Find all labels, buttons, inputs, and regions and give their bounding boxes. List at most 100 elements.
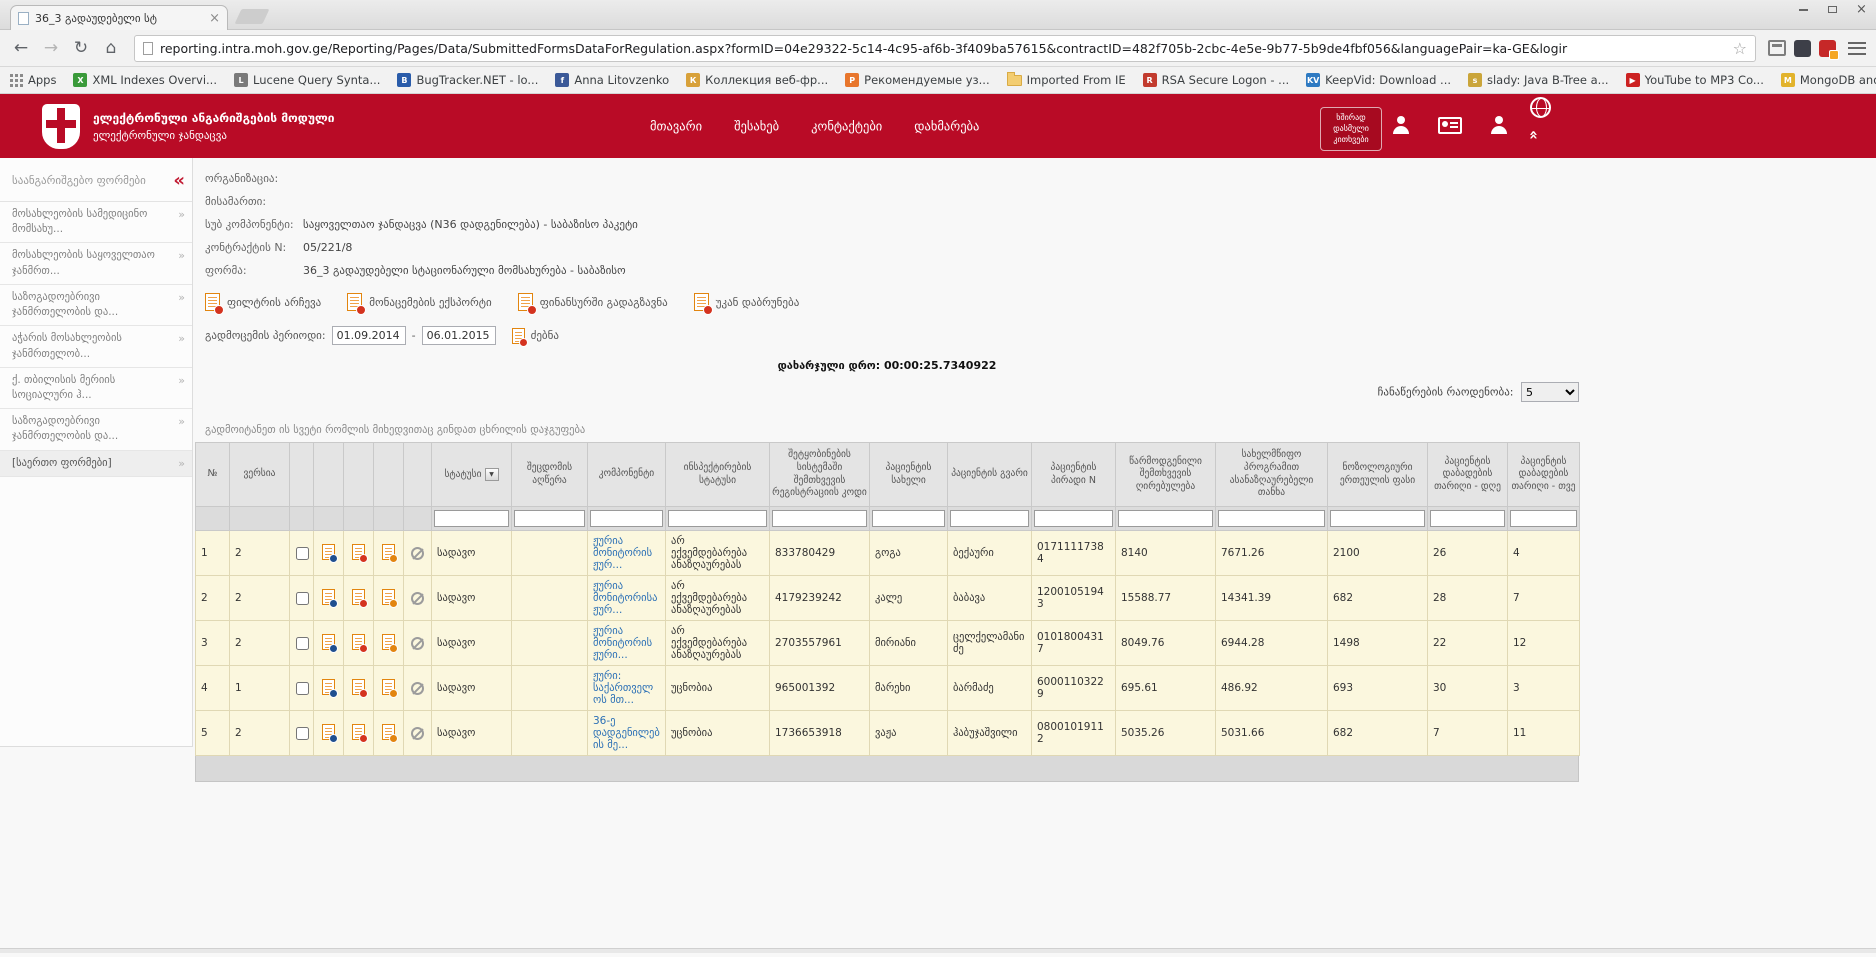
column-filter-input[interactable] bbox=[1218, 510, 1325, 527]
date-from-input[interactable] bbox=[332, 326, 406, 345]
cancel-row-icon[interactable] bbox=[411, 637, 424, 650]
row-checkbox[interactable] bbox=[296, 592, 309, 605]
component-link[interactable]: ჟურია მონიტორის ჟური... bbox=[588, 621, 666, 666]
date-to-input[interactable] bbox=[422, 326, 496, 345]
column-filter-input[interactable] bbox=[590, 510, 663, 527]
faq-button[interactable]: ხშირად დასმული კითხვები bbox=[1320, 107, 1382, 151]
header-nav-item[interactable]: შესახებ bbox=[734, 119, 779, 134]
view-row-icon[interactable] bbox=[322, 544, 335, 560]
column-filter-input[interactable] bbox=[434, 510, 509, 527]
column-header[interactable]: შეცდომის აღწერა bbox=[512, 443, 588, 507]
component-link[interactable]: ჟურია მონიტორისა ჟურ... bbox=[588, 576, 666, 621]
bookmark-item[interactable]: fAnna Litovzenko bbox=[555, 73, 669, 87]
header-nav-item[interactable]: მთავარი bbox=[650, 119, 702, 134]
action-button[interactable]: ფინანსურში გადაგზავნა bbox=[518, 293, 668, 311]
export-row-icon[interactable] bbox=[352, 634, 365, 650]
action-button[interactable]: ფილტრის არჩევა bbox=[205, 293, 321, 311]
edit-row-icon[interactable] bbox=[382, 589, 395, 605]
column-header[interactable]: პაციენტის სახელი bbox=[870, 443, 948, 507]
column-header[interactable]: შეტყობინების სისტემაში შემთხვევის რეგისტ… bbox=[770, 443, 870, 507]
collapse-header-icon[interactable]: « bbox=[1525, 130, 1543, 138]
column-filter-input[interactable] bbox=[872, 510, 945, 527]
cancel-row-icon[interactable] bbox=[411, 727, 424, 740]
view-row-icon[interactable] bbox=[322, 679, 335, 695]
header-nav-item[interactable]: დახმარება bbox=[914, 119, 979, 134]
red-extension-icon[interactable] bbox=[1819, 40, 1836, 57]
sidebar-item[interactable]: მოსახლეობის სამედიცინო მომსახუ...» bbox=[0, 202, 192, 243]
bookmark-item[interactable]: ККоллекция веб-фр... bbox=[686, 73, 828, 87]
sidebar-collapse-icon[interactable]: « bbox=[173, 170, 182, 191]
header-nav-item[interactable]: კონტაქტები bbox=[811, 119, 882, 134]
cancel-row-icon[interactable] bbox=[411, 592, 424, 605]
bookmark-item[interactable]: BBugTracker.NET - lo... bbox=[397, 73, 538, 87]
bookmark-item[interactable]: Imported From IE bbox=[1007, 73, 1126, 87]
column-filter-input[interactable] bbox=[1118, 510, 1213, 527]
row-checkbox[interactable] bbox=[296, 682, 309, 695]
back-button[interactable]: ← bbox=[10, 38, 32, 58]
user-icon[interactable] bbox=[1490, 116, 1508, 134]
profile-icon[interactable] bbox=[1392, 116, 1410, 134]
new-tab-button[interactable] bbox=[235, 9, 270, 24]
column-header[interactable]: პაციენტის პირადი N bbox=[1032, 443, 1116, 507]
action-button[interactable]: მონაცემების ექსპორტი bbox=[347, 293, 491, 311]
address-bar[interactable]: reporting.intra.moh.gov.ge/Reporting/Pag… bbox=[134, 35, 1756, 62]
edit-row-icon[interactable] bbox=[382, 724, 395, 740]
export-row-icon[interactable] bbox=[352, 544, 365, 560]
column-filter-input[interactable] bbox=[950, 510, 1029, 527]
column-filter-input[interactable] bbox=[1430, 510, 1505, 527]
dark-extension-icon[interactable] bbox=[1794, 40, 1811, 57]
column-filter-input[interactable] bbox=[1034, 510, 1113, 527]
bookmark-item[interactable]: RRSA Secure Logon - ... bbox=[1143, 73, 1290, 87]
globe-icon[interactable] bbox=[1530, 97, 1551, 118]
forward-button[interactable]: → bbox=[40, 38, 62, 58]
column-header[interactable]: კომპონენტი bbox=[588, 443, 666, 507]
window-close-button[interactable]: × bbox=[1847, 0, 1876, 19]
bookmark-item[interactable]: sslady: Java B-Tree a... bbox=[1468, 73, 1609, 87]
window-minimize-button[interactable] bbox=[1789, 0, 1818, 19]
bookmark-star-icon[interactable]: ☆ bbox=[1733, 39, 1747, 58]
column-header[interactable]: სახელმწიფო პროგრამით ასანაზღაურებელი თან… bbox=[1216, 443, 1328, 507]
cancel-row-icon[interactable] bbox=[411, 547, 424, 560]
sidebar-item[interactable]: აჭარის მოსახლეობის ჯანმრთელობ...» bbox=[0, 326, 192, 367]
row-checkbox[interactable] bbox=[296, 547, 309, 560]
sidebar-item[interactable]: [საერთო ფორმები]» bbox=[0, 451, 192, 477]
id-card-icon[interactable] bbox=[1438, 117, 1462, 134]
menu-icon[interactable] bbox=[1848, 42, 1866, 55]
column-header[interactable]: სტატუსი▼ bbox=[432, 443, 512, 507]
export-row-icon[interactable] bbox=[352, 589, 365, 605]
view-row-icon[interactable] bbox=[322, 589, 335, 605]
tiles-extension-icon[interactable] bbox=[1768, 40, 1786, 56]
bookmark-item[interactable]: KVKeepVid: Download ... bbox=[1306, 73, 1451, 87]
tab-close-icon[interactable]: × bbox=[209, 12, 220, 25]
column-header[interactable]: № bbox=[196, 443, 230, 507]
status-filter-icon[interactable]: ▼ bbox=[485, 468, 499, 481]
browser-tab[interactable]: 36_3 გადაუდებელი სტ × bbox=[10, 5, 228, 30]
sidebar-item[interactable]: საზოგადოებრივი ჯანმრთელობის და...» bbox=[0, 285, 192, 326]
bookmark-item[interactable]: MMongoDB and C# - ... bbox=[1781, 73, 1876, 87]
column-filter-input[interactable] bbox=[1510, 510, 1577, 527]
column-header[interactable]: ინსპექტირების სტატუსი bbox=[666, 443, 770, 507]
home-button[interactable]: ⌂ bbox=[100, 38, 122, 58]
sidebar-item[interactable]: საზოგადოებრივი ჯანმრთელობის და...» bbox=[0, 409, 192, 450]
bookmark-item[interactable]: РРекомендуемые уз... bbox=[845, 73, 989, 87]
sidebar-item[interactable]: ქ. თბილისის მერიის სოციალური ჰ...» bbox=[0, 368, 192, 409]
column-header[interactable]: წარმოდგენილი შემთხვევის ღირებულება bbox=[1116, 443, 1216, 507]
bookmark-item[interactable]: LLucene Query Synta... bbox=[234, 73, 380, 87]
component-link[interactable]: ჟურია მონიტორის ჟურ... bbox=[588, 531, 666, 576]
bookmark-item[interactable]: Apps bbox=[10, 73, 56, 87]
sidebar-item[interactable]: მოსახლეობის საყოველთაო ჯანმრთ...» bbox=[0, 243, 192, 284]
component-link[interactable]: ჟური: საქართველოს მთ... bbox=[588, 666, 666, 711]
edit-row-icon[interactable] bbox=[382, 544, 395, 560]
component-link[interactable]: 36-ე დადგენილების მე... bbox=[588, 711, 666, 756]
action-button[interactable]: უკან დაბრუნება bbox=[694, 293, 800, 311]
row-checkbox[interactable] bbox=[296, 637, 309, 650]
edit-row-icon[interactable] bbox=[382, 634, 395, 650]
column-filter-input[interactable] bbox=[1330, 510, 1425, 527]
bookmark-item[interactable]: XXML Indexes Overvi... bbox=[73, 73, 217, 87]
bookmark-item[interactable]: ▶YouTube to MP3 Co... bbox=[1626, 73, 1764, 87]
column-filter-input[interactable] bbox=[772, 510, 867, 527]
column-header[interactable]: ვერსია bbox=[230, 443, 290, 507]
edit-row-icon[interactable] bbox=[382, 679, 395, 695]
column-filter-input[interactable] bbox=[514, 510, 585, 527]
column-header[interactable]: პაციენტის დაბადების თარიღი - დღე bbox=[1428, 443, 1508, 507]
